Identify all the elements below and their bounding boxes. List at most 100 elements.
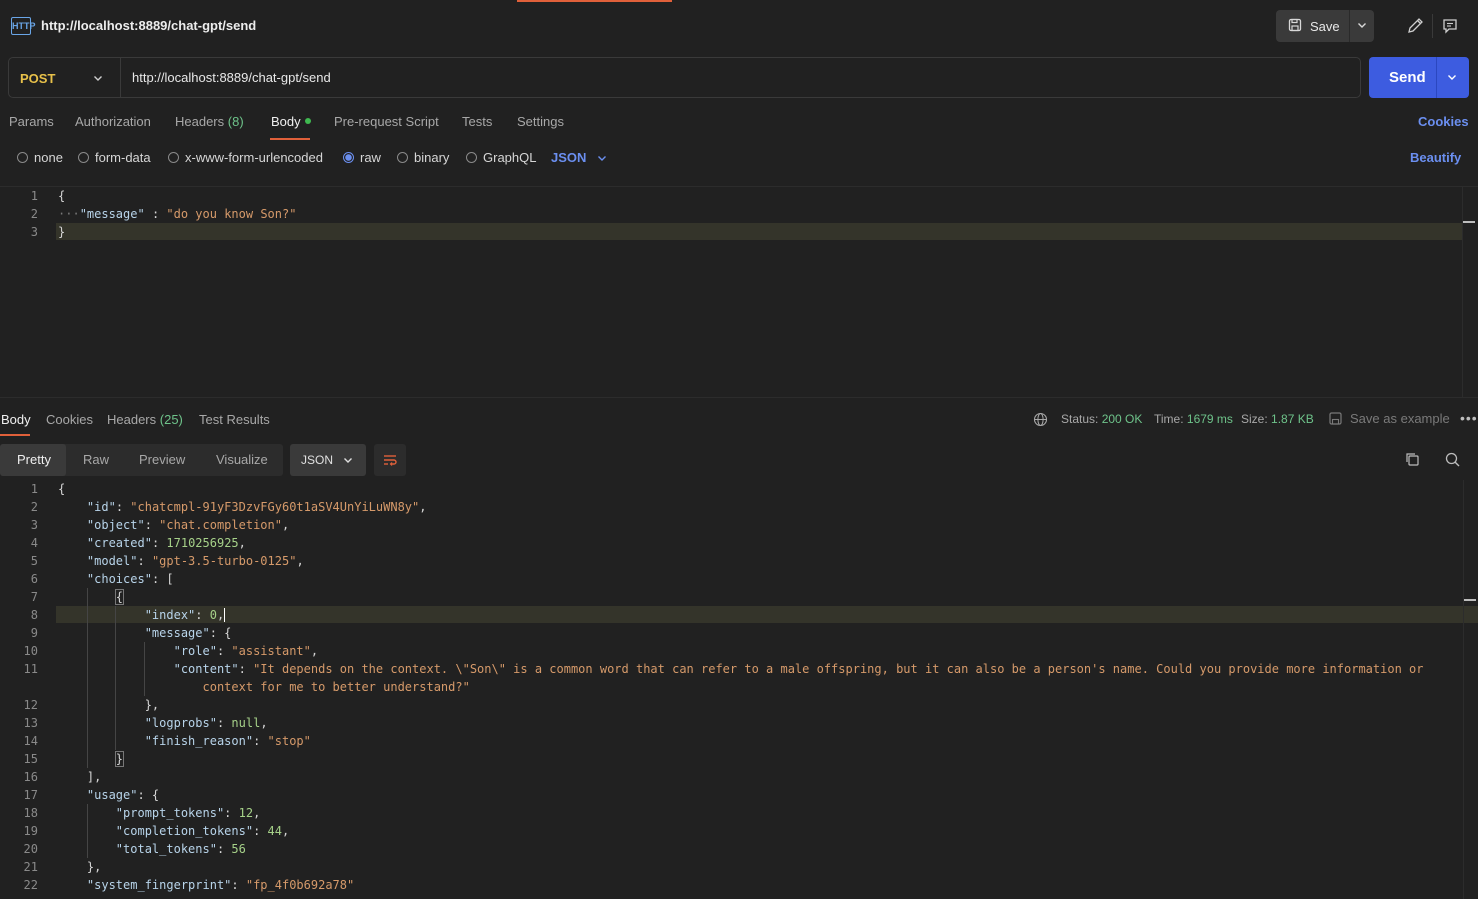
line-number: 13 (23, 716, 38, 730)
code-line: ], (58, 770, 102, 784)
radio-graphql[interactable] (466, 152, 477, 163)
radio-raw-label[interactable]: raw (360, 150, 381, 165)
request-title[interactable]: http://localhost:8889/chat-gpt/send (41, 18, 256, 33)
code-line: "prompt_tokens": 12, (115, 806, 261, 820)
beautify-button[interactable]: Beautify (1410, 150, 1461, 165)
code-line: ···"message" : "do you know Son?" (58, 207, 297, 221)
view-preview[interactable]: Preview (139, 452, 185, 467)
view-mode-segment: Pretty Raw Preview Visualize (0, 444, 283, 476)
code-line: { (58, 189, 66, 203)
method-select[interactable]: POST (20, 71, 55, 86)
save-as-example-button[interactable]: Save as example (1350, 411, 1450, 426)
code-line: "completion_tokens": 44, (115, 824, 290, 838)
code-line: "created": 1710256925, (86, 536, 246, 550)
line-number: 6 (30, 572, 38, 586)
line-number: 10 (23, 644, 38, 658)
save-button[interactable]: Save (1276, 10, 1374, 42)
search-icon[interactable] (1444, 451, 1461, 468)
body-language-select[interactable]: JSON (551, 150, 586, 165)
line-number: 9 (30, 626, 38, 640)
view-raw[interactable]: Raw (83, 452, 109, 467)
request-scrollbar[interactable] (1462, 187, 1477, 397)
code-line: "model": "gpt-3.5-turbo-0125", (86, 554, 304, 568)
resp-tab-body[interactable]: Body (1, 412, 31, 427)
resp-tab-test-results[interactable]: Test Results (199, 412, 270, 427)
radio-graphql-label[interactable]: GraphQL (483, 150, 536, 165)
line-number: 19 (23, 824, 38, 838)
radio-none-label[interactable]: none (34, 150, 63, 165)
wrap-lines-icon (384, 455, 397, 466)
line-number: 21 (23, 860, 38, 874)
tab-body[interactable]: Body (271, 114, 311, 129)
radio-binary[interactable] (397, 152, 408, 163)
comments-icon[interactable] (1435, 11, 1465, 41)
radio-raw[interactable] (343, 152, 354, 163)
chevron-down-icon[interactable] (596, 152, 608, 164)
radio-none[interactable] (17, 152, 28, 163)
code-line: "logprobs": null, (144, 716, 268, 730)
tab-pre-request-script[interactable]: Pre-request Script (334, 114, 439, 129)
line-number: 17 (23, 788, 38, 802)
tab-authorization[interactable]: Authorization (75, 114, 151, 129)
line-number: 18 (23, 806, 38, 820)
code-line: "content": "It depends on the context. \… (173, 662, 1424, 676)
radio-binary-label[interactable]: binary (414, 150, 449, 165)
tab-params[interactable]: Params (9, 114, 54, 129)
radio-form-data[interactable] (78, 152, 89, 163)
code-line: } (58, 225, 66, 239)
line-number: 8 (30, 608, 38, 622)
view-pretty[interactable]: Pretty (17, 452, 51, 467)
active-tab-accent (517, 0, 672, 2)
wrap-lines-button[interactable] (374, 444, 406, 476)
tab-headers[interactable]: Headers (8) (175, 114, 244, 129)
response-format-select[interactable]: JSON (290, 444, 366, 476)
http-request-icon: HTTP (11, 17, 36, 35)
url-input[interactable]: http://localhost:8889/chat-gpt/send (132, 70, 331, 85)
code-line: { (114, 589, 125, 605)
response-size[interactable]: Size: 1.87 KB (1241, 412, 1314, 426)
code-line: context for me to better understand?" (202, 680, 470, 694)
tab-underline (0, 434, 30, 436)
modified-indicator (304, 118, 311, 124)
code-line: }, (58, 698, 160, 712)
headers-count: (8) (227, 114, 244, 129)
save-icon (1288, 18, 1302, 32)
save-icon (1329, 412, 1342, 425)
copy-icon[interactable] (1404, 451, 1421, 468)
code-line: }, (58, 860, 102, 874)
more-options-icon[interactable]: ••• (1460, 410, 1478, 426)
line-number: 1 (30, 189, 38, 203)
cookies-link[interactable]: Cookies (1418, 114, 1469, 129)
edit-icon[interactable] (1400, 11, 1430, 41)
code-line: "message": { (144, 626, 232, 640)
tab-settings[interactable]: Settings (517, 114, 564, 129)
resp-headers-count: (25) (159, 412, 183, 427)
view-visualize[interactable]: Visualize (216, 452, 268, 467)
chevron-down-icon[interactable] (1446, 71, 1458, 83)
chevron-down-icon[interactable] (92, 72, 104, 84)
save-button-label: Save (1310, 19, 1340, 34)
tab-tests[interactable]: Tests (462, 114, 492, 129)
radio-form-data-label[interactable]: form-data (95, 150, 151, 165)
resp-tab-headers[interactable]: Headers (25) (107, 412, 183, 427)
code-line: "id": "chatcmpl-91yF3DzvFGy60t1aSV4UnYiL… (86, 500, 427, 514)
globe-icon[interactable] (1033, 412, 1048, 427)
code-line: } (114, 751, 125, 767)
code-line: "index": 0, (144, 608, 226, 622)
radio-urlencoded-label[interactable]: x-www-form-urlencoded (185, 150, 323, 165)
line-number: 15 (23, 752, 38, 766)
response-status[interactable]: Status: 200 OK (1061, 412, 1142, 426)
line-number: 16 (23, 770, 38, 784)
line-number: 1 (30, 482, 38, 496)
line-number: 11 (23, 662, 38, 676)
response-scrollbar[interactable] (1463, 480, 1478, 899)
response-time[interactable]: Time: 1679 ms (1154, 412, 1233, 426)
chevron-down-icon[interactable] (1356, 19, 1368, 31)
line-number: 2 (30, 207, 38, 221)
code-line: "role": "assistant", (173, 644, 319, 658)
line-number: 14 (23, 734, 38, 748)
resp-tab-cookies[interactable]: Cookies (46, 412, 93, 427)
line-number: 7 (30, 590, 38, 604)
send-button[interactable]: Send (1369, 57, 1469, 98)
radio-urlencoded[interactable] (168, 152, 179, 163)
